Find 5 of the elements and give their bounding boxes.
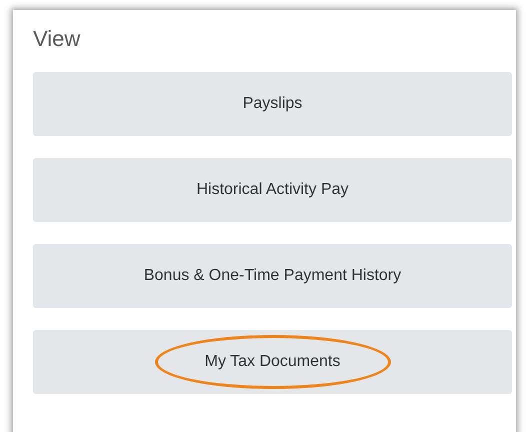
view-button[interactable]: Payslips <box>33 72 512 136</box>
view-button[interactable]: Historical Activity Pay <box>33 158 512 222</box>
view-button[interactable]: Bonus & One-Time Payment History <box>33 244 512 308</box>
view-button[interactable]: My Tax Documents <box>33 330 512 394</box>
panel-title: View <box>33 26 82 52</box>
